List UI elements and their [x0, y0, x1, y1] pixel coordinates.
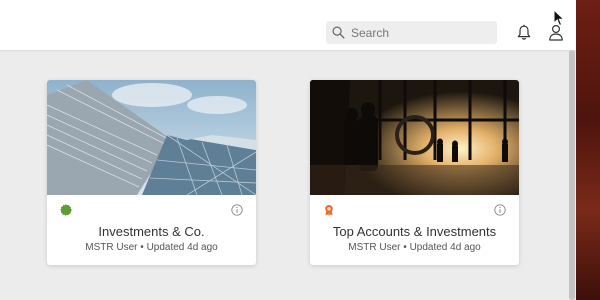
certified-ribbon-icon — [325, 205, 333, 216]
vertical-scrollbar[interactable] — [568, 50, 576, 300]
meta-separator: • — [140, 242, 144, 253]
dossier-owner: MSTR User — [348, 242, 401, 253]
info-icon[interactable] — [231, 204, 243, 216]
dossier-card[interactable]: Top Accounts & Investments MSTR User • U… — [310, 80, 519, 265]
dossier-meta: MSTR User • Updated 4d ago — [47, 242, 256, 253]
search-box[interactable] — [326, 21, 497, 44]
dossier-card[interactable]: Investments & Co. MSTR User • Updated 4d… — [47, 80, 256, 265]
mouse-cursor-icon — [553, 9, 565, 27]
dossier-owner: MSTR User — [85, 242, 138, 253]
dossier-thumbnail-architecture — [47, 80, 256, 195]
dossier-thumbnail-lobby — [310, 80, 519, 195]
scrollbar-thumb[interactable] — [569, 50, 575, 300]
dossier-meta: MSTR User • Updated 4d ago — [310, 242, 519, 253]
dossier-title[interactable]: Top Accounts & Investments — [310, 224, 519, 239]
search-icon — [332, 26, 345, 39]
dossier-updated: Updated 4d ago — [409, 242, 481, 253]
app-window: Investments & Co. MSTR User • Updated 4d… — [0, 0, 576, 300]
meta-separator: • — [403, 242, 407, 253]
dossier-updated: Updated 4d ago — [146, 242, 218, 253]
bell-icon[interactable] — [516, 24, 532, 41]
top-bar — [0, 0, 576, 50]
desktop-background — [576, 0, 600, 300]
info-icon[interactable] — [494, 204, 506, 216]
search-input[interactable] — [351, 25, 491, 40]
dossier-title[interactable]: Investments & Co. — [47, 224, 256, 239]
status-dot-icon — [60, 204, 72, 216]
